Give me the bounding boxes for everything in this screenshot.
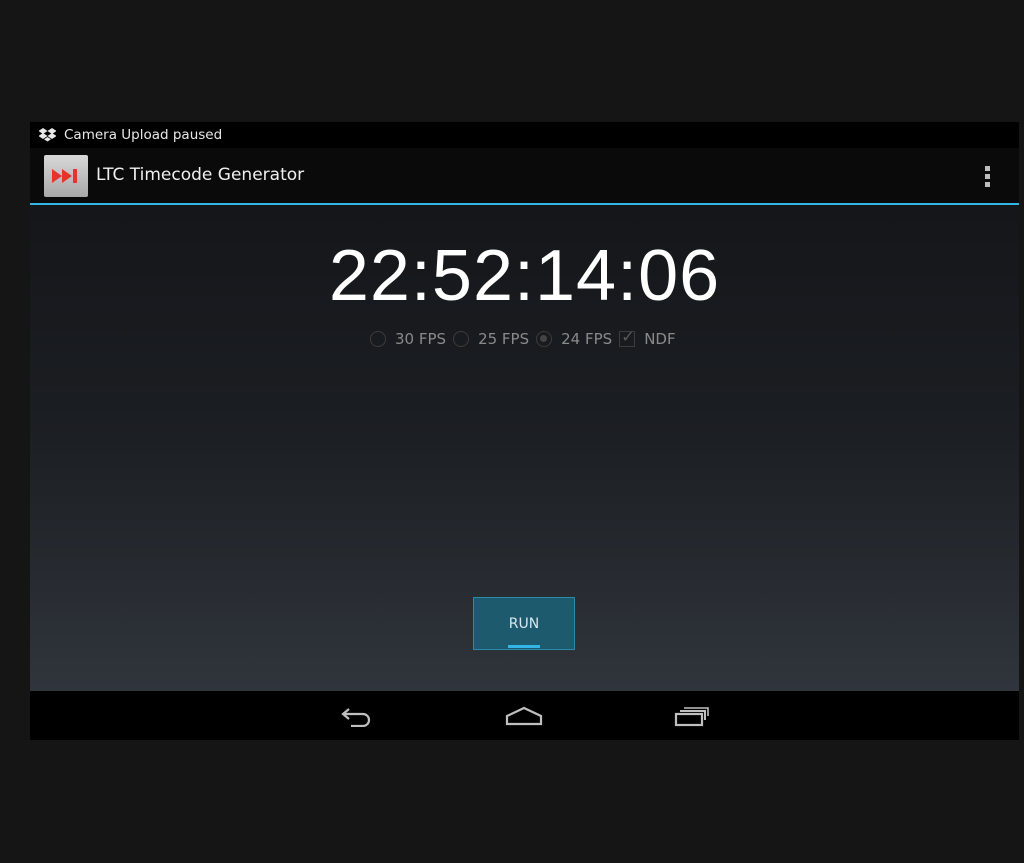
action-bar: LTC Timecode Generator bbox=[30, 148, 1019, 205]
radio-label: 30 FPS bbox=[395, 330, 447, 348]
ndf-label: NDF bbox=[644, 330, 676, 348]
ndf-checkbox-option[interactable]: ✓ NDF bbox=[619, 327, 676, 348]
timecode-display: 22:52:14:06 bbox=[328, 236, 721, 316]
checkmark-icon: ✓ bbox=[621, 327, 635, 346]
notification-text: Camera Upload paused bbox=[64, 127, 223, 143]
radio-30fps[interactable]: 30 FPS bbox=[370, 330, 446, 348]
radio-button-selected[interactable] bbox=[536, 331, 553, 347]
frame-rate-options: 30 FPS 25 FPS 24 FPS ✓ NDF bbox=[370, 327, 683, 348]
run-button[interactable]: RUN bbox=[473, 597, 575, 650]
android-screen: Camera Upload paused LTC Timecode Genera… bbox=[30, 122, 1019, 740]
radio-24fps[interactable]: 24 FPS bbox=[536, 330, 612, 348]
status-bar: Camera Upload paused bbox=[30, 122, 1019, 148]
button-underline bbox=[508, 645, 540, 648]
run-button-label: RUN bbox=[508, 615, 540, 632]
app-icon[interactable] bbox=[44, 155, 88, 197]
fast-forward-icon bbox=[52, 169, 77, 183]
radio-button[interactable] bbox=[370, 331, 386, 347]
radio-label: 25 FPS bbox=[478, 330, 530, 348]
app-title: LTC Timecode Generator bbox=[96, 165, 305, 185]
main-content: 22:52:14:06 30 FPS 25 FPS 24 FPS ✓ NDF R… bbox=[30, 205, 1019, 691]
radio-label: 24 FPS bbox=[561, 330, 613, 348]
home-icon[interactable] bbox=[502, 701, 546, 731]
ndf-checkbox[interactable]: ✓ bbox=[619, 327, 636, 347]
radio-25fps[interactable]: 25 FPS bbox=[453, 330, 529, 348]
back-icon[interactable] bbox=[335, 701, 379, 731]
navigation-bar bbox=[30, 691, 1019, 740]
dropbox-icon bbox=[39, 128, 56, 142]
overflow-menu-icon[interactable] bbox=[980, 161, 994, 191]
recent-apps-icon[interactable] bbox=[670, 701, 714, 731]
radio-button[interactable] bbox=[453, 331, 470, 347]
